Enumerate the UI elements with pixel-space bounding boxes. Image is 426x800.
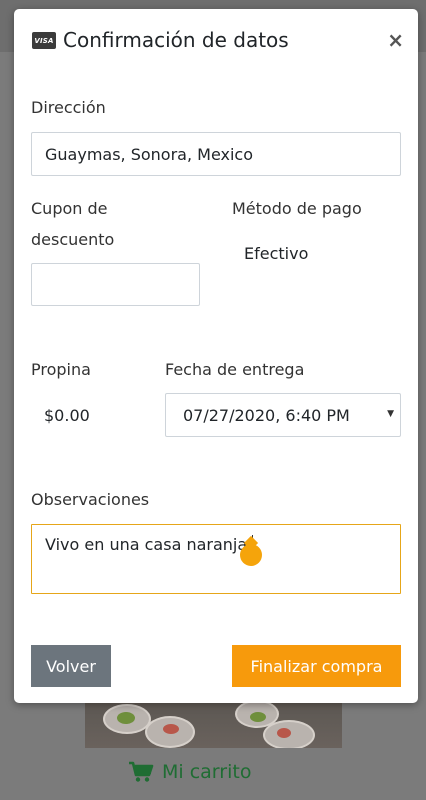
text-cursor-handle-icon[interactable] [240, 544, 262, 566]
modal-title: Confirmación de datos [63, 28, 289, 52]
cart-link[interactable]: Mi carrito [128, 758, 251, 786]
address-label: Dirección [31, 98, 106, 117]
address-value: Guaymas, Sonora, Mexico [45, 144, 254, 164]
back-button[interactable]: Volver [31, 645, 111, 687]
credit-card-icon: VISA [32, 32, 56, 49]
delivery-date-select[interactable]: 07/27/2020, 6:40 PM ▼ [165, 393, 401, 437]
coupon-label-line2: descuento [31, 230, 115, 249]
notes-value: Vivo en una casa naranja. [45, 535, 253, 554]
tip-value: $0.00 [44, 406, 90, 425]
delivery-date-value: 07/27/2020, 6:40 PM [183, 405, 350, 425]
notes-textarea[interactable]: Vivo en una casa naranja. [31, 524, 401, 594]
chevron-down-icon: ▼ [387, 409, 394, 419]
coupon-label-line1: Cupon de [31, 199, 108, 218]
payment-method-value: Efectivo [244, 244, 309, 263]
close-button[interactable]: × [387, 28, 404, 52]
payment-method-label: Método de pago [232, 199, 362, 218]
delivery-date-label: Fecha de entrega [165, 360, 305, 379]
modal-header: VISA Confirmación de datos × [14, 9, 418, 77]
shopping-cart-icon [129, 761, 154, 782]
finish-purchase-button[interactable]: Finalizar compra [232, 645, 401, 687]
notes-label: Observaciones [31, 490, 150, 509]
confirmation-modal: VISA Confirmación de datos × Dirección G… [14, 9, 418, 703]
address-input[interactable]: Guaymas, Sonora, Mexico [31, 132, 401, 176]
cart-label: Mi carrito [162, 761, 252, 783]
coupon-input[interactable] [31, 263, 200, 306]
tip-label: Propina [31, 360, 91, 379]
